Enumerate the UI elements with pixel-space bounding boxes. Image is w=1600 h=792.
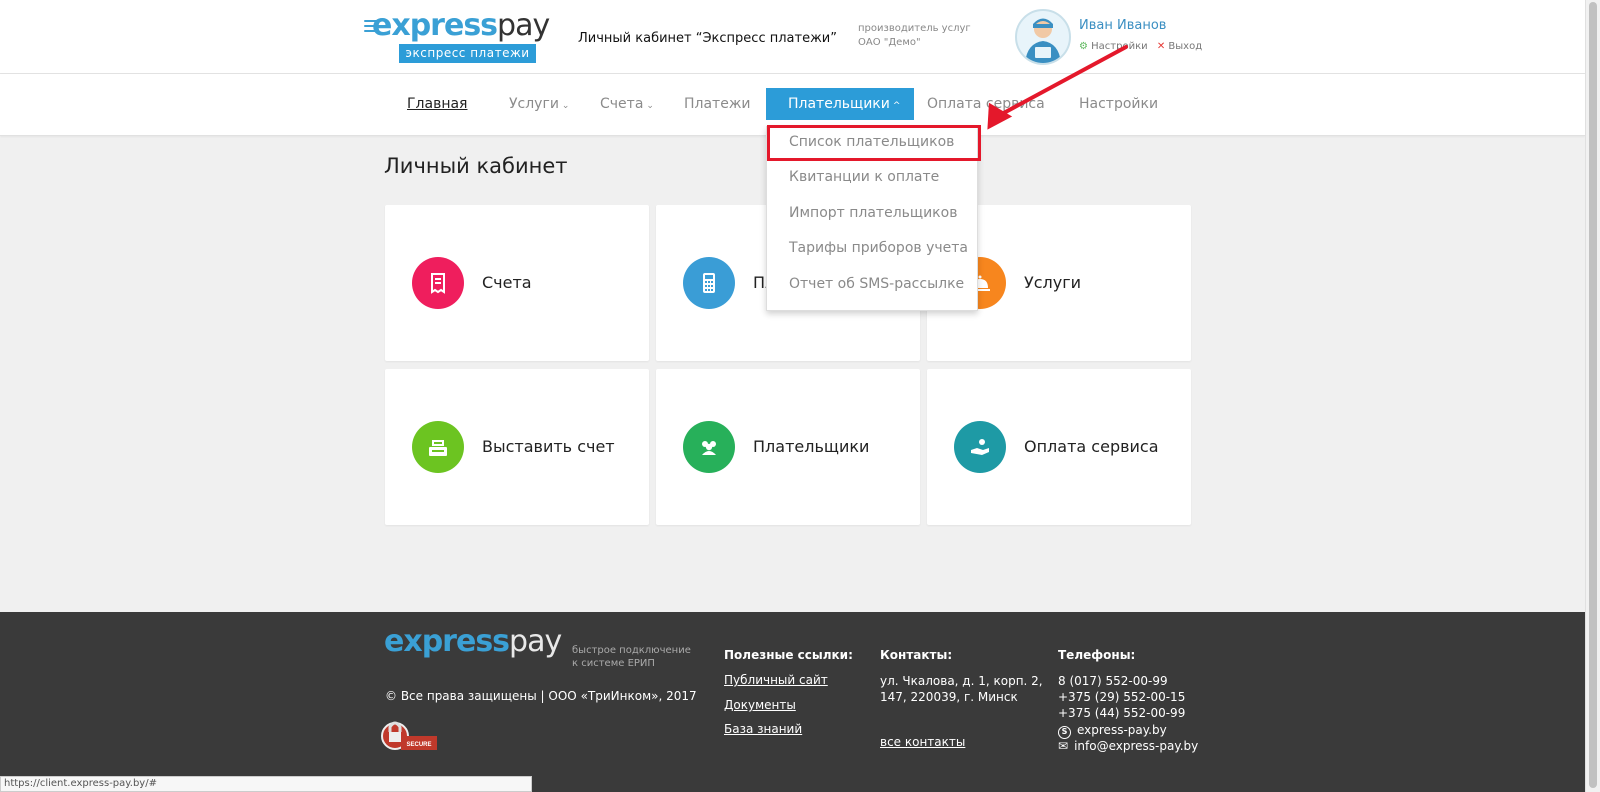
skype-contact[interactable]: Sexpress-pay.by — [1058, 722, 1167, 739]
menu-item-sms-report[interactable]: Отчет об SMS-рассылке — [789, 276, 964, 292]
card-issue-invoice[interactable]: Выставить счет — [385, 369, 649, 525]
card-payers[interactable]: Плательщики — [656, 369, 920, 525]
invoice-icon — [412, 257, 464, 309]
user-avatar[interactable] — [1015, 9, 1071, 65]
user-name[interactable]: Иван Иванов — [1079, 18, 1166, 33]
logo-wordmark: expresspay — [372, 8, 550, 43]
phone-1[interactable]: 8 (017) 552-00-99 — [1058, 673, 1168, 689]
card-label: Услуги — [1024, 273, 1082, 292]
nav-payers-label: Плательщики — [788, 96, 890, 112]
nav-service-payment[interactable]: Оплата сервиса — [927, 88, 1045, 120]
logout-link[interactable]: Выход — [1168, 41, 1202, 52]
logout-icon: ✕ — [1156, 41, 1166, 52]
card-label: Выставить счет — [482, 437, 615, 456]
footer-tagline-line1: быстрое подключение — [572, 645, 691, 656]
logo-tagline: экспресс платежи — [399, 44, 536, 63]
nav-services-label: Услуги — [509, 96, 559, 112]
scrollbar-thumb[interactable] — [1589, 2, 1597, 788]
nav-home[interactable]: Главная — [407, 88, 467, 120]
nav-accounts-label: Счета — [600, 96, 644, 112]
copyright: © Все права защищены | ООО «ТриИнком», 2… — [385, 689, 697, 703]
card-service-payment[interactable]: Оплата сервиса — [927, 369, 1191, 525]
users-icon — [683, 421, 735, 473]
browser-status-bar: https://client.express-pay.by/# — [0, 776, 532, 792]
address-line1: ул. Чкалова, д. 1, корп. 2, — [880, 674, 1043, 688]
user-links: ⚙ Настройки ✕ Выход — [1079, 41, 1202, 52]
settings-link[interactable]: Настройки — [1091, 41, 1147, 52]
documents-link[interactable]: Документы — [724, 698, 796, 712]
pos-terminal-icon — [683, 257, 735, 309]
hand-coin-icon — [954, 421, 1006, 473]
phone-2[interactable]: +375 (29) 552-00-15 — [1058, 689, 1185, 705]
email-address: info@express-pay.by — [1074, 739, 1199, 753]
envelope-icon: ✉ — [1058, 739, 1069, 753]
comodo-secure-badge: SECURE — [381, 721, 437, 750]
phones-heading: Телефоны: — [1058, 648, 1136, 662]
card-label: Плательщики — [753, 437, 870, 456]
menu-item-meter-tariffs[interactable]: Тарифы приборов учета — [789, 240, 968, 256]
highlight-box — [767, 125, 981, 161]
contacts-heading: Контакты: — [880, 648, 953, 662]
card-label: Счета — [482, 273, 532, 292]
menu-item-import-payers[interactable]: Импорт плательщиков — [789, 205, 957, 221]
provider-name: ОАО "Демо" — [858, 37, 921, 48]
all-contacts-link[interactable]: все контакты — [880, 735, 965, 749]
card-label: Оплата сервиса — [1024, 437, 1159, 456]
provider-label: производитель услуг — [858, 23, 971, 34]
nav-payers[interactable]: Плательщики ^ — [766, 88, 915, 120]
footer-logo[interactable]: expresspay — [384, 624, 562, 659]
nav-services[interactable]: Услуги ⌄ — [509, 88, 569, 120]
chevron-down-icon: ⌄ — [561, 101, 570, 111]
header-title: Личный кабинет “Экспресс платежи” — [578, 31, 837, 46]
nav-payments[interactable]: Платежи — [684, 88, 751, 120]
menu-item-receipts[interactable]: Квитанции к оплате — [789, 169, 939, 185]
knowledge-base-link[interactable]: База знаний — [724, 722, 802, 736]
useful-links-heading: Полезные ссылки: — [724, 648, 853, 662]
card-accounts[interactable]: Счета — [385, 205, 649, 361]
svg-text:SECURE: SECURE — [406, 742, 431, 748]
service-provider: производитель услуг ОАО "Демо" — [858, 22, 998, 50]
header: expresspay экспресс платежи Личный кабин… — [0, 0, 1585, 74]
address-line2: 147, 220039, г. Минск — [880, 690, 1018, 704]
page-title: Личный кабинет — [384, 154, 568, 178]
email-contact[interactable]: ✉ info@express-pay.by — [1058, 738, 1198, 754]
public-site-link[interactable]: Публичный сайт — [724, 673, 828, 687]
skype-handle: express-pay.by — [1077, 723, 1167, 737]
expresspay-logo[interactable]: expresspay экспресс платежи — [364, 8, 554, 64]
cash-register-icon — [412, 421, 464, 473]
phone-3[interactable]: +375 (44) 552-00-99 — [1058, 705, 1185, 721]
payers-dropdown-menu: Список плательщиков Квитанции к оплате И… — [766, 125, 981, 311]
nav-settings[interactable]: Настройки — [1079, 88, 1158, 120]
page-scrollbar[interactable] — [1585, 0, 1600, 792]
footer: expresspay быстрое подключение к системе… — [0, 612, 1585, 792]
settings-gear-icon: ⚙ — [1079, 41, 1088, 52]
chevron-down-icon: ⌄ — [646, 101, 654, 111]
footer-tagline: быстрое подключение к системе ЕРИП — [572, 644, 692, 670]
footer-tagline-line2: к системе ЕРИП — [572, 658, 655, 669]
chevron-up-icon: ^ — [892, 101, 901, 111]
nav-accounts[interactable]: Счета ⌄ — [600, 88, 654, 120]
